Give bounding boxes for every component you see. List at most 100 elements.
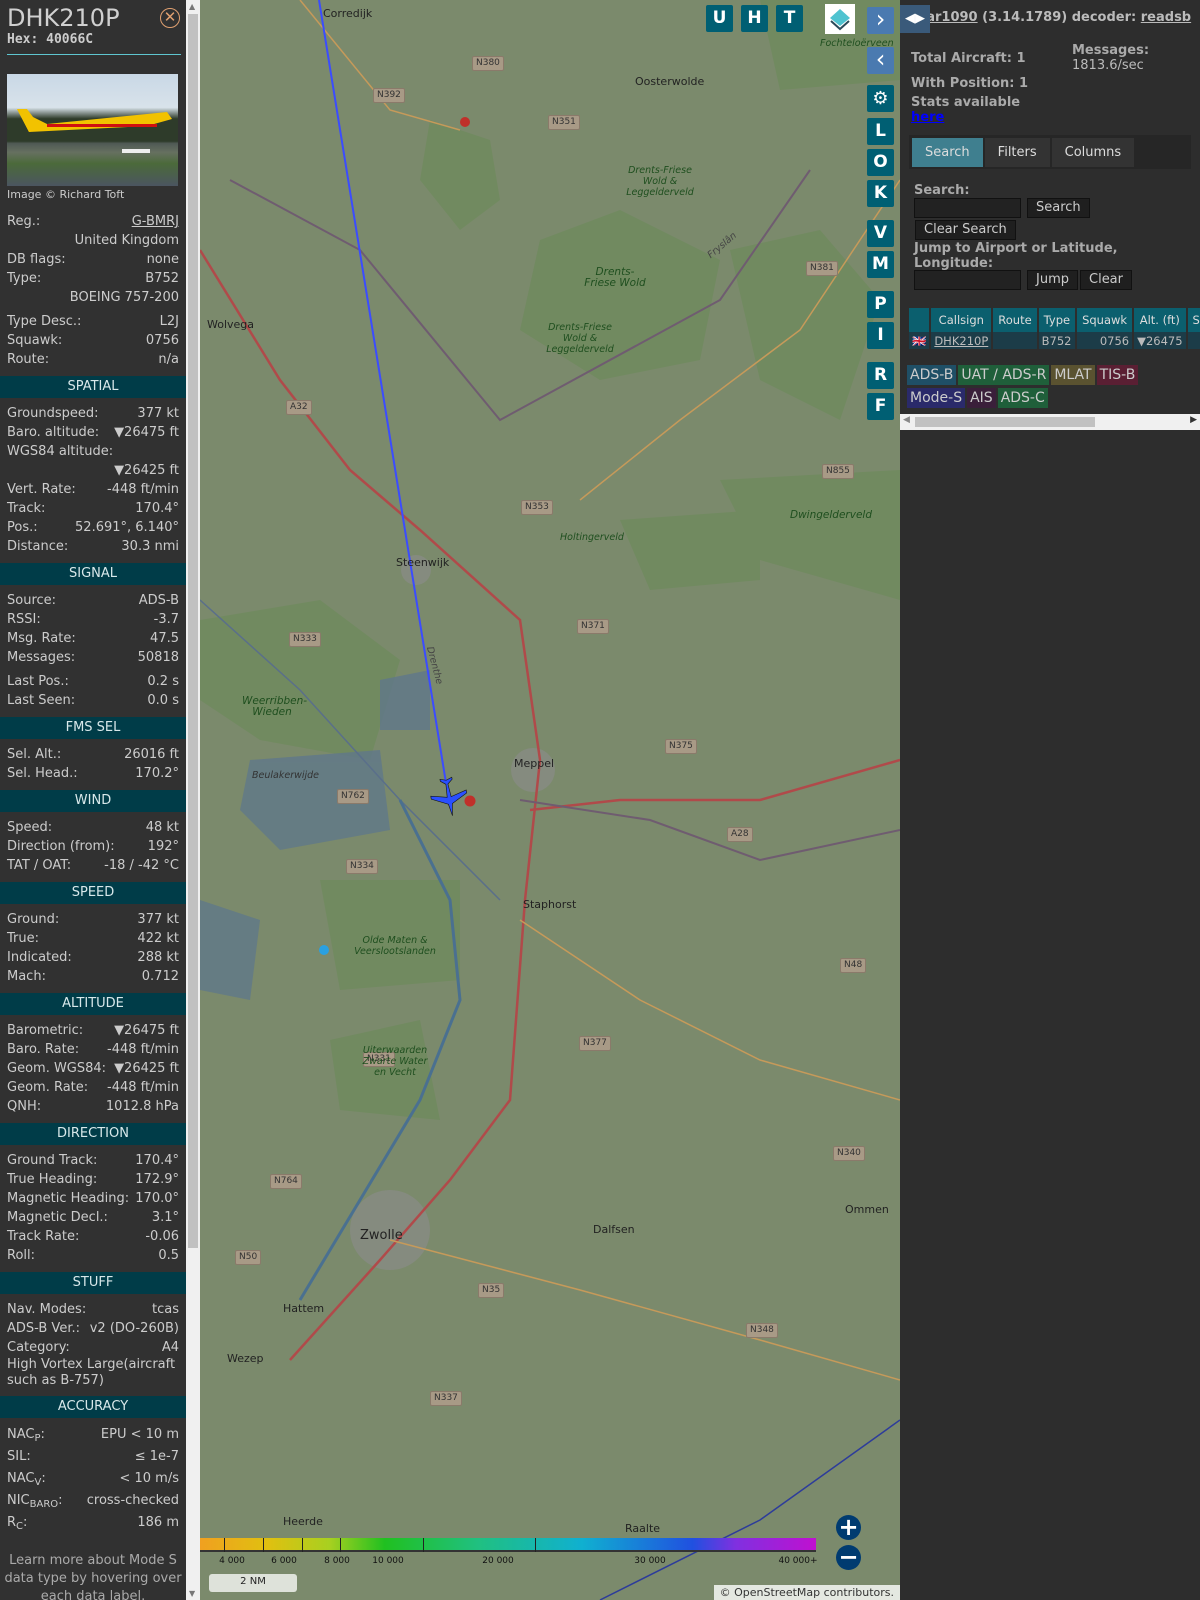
col-header[interactable]: Squawk — [1077, 308, 1133, 332]
row-label[interactable]: WGS84 altitude: — [7, 442, 113, 461]
toggle-sidebar-button[interactable]: ◀▶ — [900, 5, 930, 33]
callsign-cell[interactable]: DHK210P — [931, 332, 992, 349]
collapse-left-button[interactable]: ‹ — [867, 47, 894, 74]
row-label[interactable]: Magnetic Decl.: — [7, 1208, 108, 1227]
col-header[interactable]: Route — [993, 308, 1037, 332]
tab-search[interactable]: Search — [912, 138, 983, 167]
registration-link[interactable]: G-BMRJ — [132, 212, 179, 231]
left-panel-scrollbar[interactable]: ▲ ▼ — [186, 0, 200, 1600]
source-badge[interactable]: AIS — [967, 388, 996, 408]
source-badge[interactable]: Mode-S — [907, 388, 966, 408]
source-badge[interactable]: TIS-B — [1096, 365, 1139, 385]
search-button[interactable]: Search — [1027, 198, 1090, 218]
col-header[interactable]: Alt. (ft) — [1134, 308, 1186, 332]
zoom-out-button[interactable]: − — [836, 1545, 861, 1570]
row-label[interactable]: Msg. Rate: — [7, 629, 76, 648]
row-label[interactable]: Magnetic Heading: — [7, 1189, 129, 1208]
row-label[interactable]: QNH: — [7, 1097, 41, 1116]
col-header[interactable]: Sp — [1187, 308, 1200, 332]
row-label[interactable]: Geom. WGS84: — [7, 1059, 106, 1078]
aircraft-icon[interactable] — [428, 775, 470, 819]
button-t[interactable]: T — [776, 5, 803, 32]
button-o[interactable]: O — [867, 149, 894, 176]
row-label[interactable]: Direction (from): — [7, 837, 115, 856]
detail-row: Sel. Alt.: 26016 ft — [0, 745, 186, 764]
layers-button[interactable] — [825, 4, 855, 34]
row-label[interactable]: Vert. Rate: — [7, 480, 76, 499]
col-header[interactable]: Type — [1038, 308, 1076, 332]
row-label[interactable]: Speed: — [7, 818, 52, 837]
row-label[interactable]: Ground Track: — [7, 1151, 97, 1170]
button-f[interactable]: F — [867, 393, 894, 420]
site-marker[interactable] — [464, 795, 476, 807]
zoom-in-button[interactable]: + — [836, 1515, 861, 1540]
row-label[interactable]: Roll: — [7, 1246, 35, 1265]
close-icon[interactable]: ✕ — [160, 8, 180, 28]
row-label[interactable]: Messages: — [7, 648, 75, 667]
row-label[interactable]: RC: — [7, 1512, 27, 1534]
button-k[interactable]: K — [867, 180, 894, 207]
row-label[interactable]: Indicated: — [7, 948, 72, 967]
row-label[interactable]: Last Seen: — [7, 691, 75, 710]
source-badge[interactable]: ADS-C — [997, 388, 1048, 408]
row-label[interactable]: SIL: — [7, 1446, 31, 1468]
button-l[interactable]: L — [867, 118, 894, 145]
row-label[interactable]: Pos.: — [7, 518, 38, 537]
tab-filters[interactable]: Filters — [984, 138, 1050, 167]
button-u[interactable]: U — [706, 5, 733, 32]
row-label[interactable]: Baro. altitude: — [7, 423, 99, 442]
aircraft-photo[interactable] — [7, 74, 178, 186]
row-label[interactable]: Mach: — [7, 967, 46, 986]
row-label[interactable]: TAT / OAT: — [7, 856, 71, 875]
location-marker[interactable] — [319, 945, 329, 955]
source-badge[interactable]: MLAT — [1051, 365, 1095, 385]
row-label[interactable]: Ground: — [7, 910, 59, 929]
col-header[interactable] — [909, 308, 930, 332]
row-label[interactable]: NACP: — [7, 1424, 45, 1446]
row-label[interactable]: Category: — [7, 1338, 70, 1357]
row-label[interactable]: ADS-B Ver.: — [7, 1319, 80, 1338]
row-label[interactable]: RSSI: — [7, 610, 41, 629]
row-label[interactable]: Geom. Rate: — [7, 1078, 88, 1097]
map[interactable]: Corredijk Oosterwolde Wolvega Steenwijk … — [200, 0, 900, 1600]
col-header[interactable]: Callsign — [931, 308, 992, 332]
source-badge[interactable]: UAT / ADS-R — [958, 365, 1050, 385]
row-label[interactable]: Sel. Head.: — [7, 764, 78, 783]
settings-button[interactable]: ⚙ — [867, 85, 894, 112]
jump-button[interactable]: Jump — [1027, 270, 1078, 290]
row-label[interactable]: Sel. Alt.: — [7, 745, 61, 764]
row-label[interactable]: True Heading: — [7, 1170, 97, 1189]
row-label[interactable]: Barometric: — [7, 1021, 83, 1040]
search-input[interactable] — [914, 198, 1021, 218]
tab-columns[interactable]: Columns — [1051, 138, 1135, 167]
decoder-link[interactable]: readsb — [1141, 10, 1191, 25]
row-label[interactable]: Last Pos.: — [7, 672, 69, 691]
row-label[interactable]: Nav. Modes: — [7, 1300, 86, 1319]
map-attribution[interactable]: © OpenStreetMap contributors. — [713, 1585, 900, 1600]
clear-search-button[interactable]: Clear Search — [915, 220, 1016, 240]
row-label[interactable]: True: — [7, 929, 39, 948]
table-scrollbar[interactable]: ◀ ▶ — [900, 414, 1200, 430]
button-h[interactable]: H — [741, 5, 768, 32]
row-label[interactable]: NACV: — [7, 1468, 46, 1490]
row-label[interactable]: Baro. Rate: — [7, 1040, 79, 1059]
clear-button[interactable]: Clear — [1080, 270, 1132, 290]
jump-input[interactable] — [914, 270, 1021, 290]
row-label[interactable]: Groundspeed: — [7, 404, 98, 423]
row-label[interactable]: Track: — [7, 499, 45, 518]
button-m[interactable]: M — [867, 251, 894, 278]
receiver-marker[interactable] — [460, 117, 470, 127]
stats-link[interactable]: here — [911, 110, 944, 125]
button-p[interactable]: P — [867, 291, 894, 318]
row-label[interactable]: Track Rate: — [7, 1227, 79, 1246]
button-i[interactable]: I — [867, 322, 894, 349]
button-r[interactable]: R — [867, 362, 894, 389]
row-label[interactable]: Distance: — [7, 537, 68, 556]
source-legend: ADS-B UAT / ADS-R MLAT TIS-B Mode-S AIS ADS-C — [907, 365, 1197, 411]
table-row[interactable]: 🇬🇧 DHK210P B752 0756 ▼26475 — [909, 332, 1200, 349]
row-label[interactable]: Source: — [7, 591, 56, 610]
button-v[interactable]: V — [867, 220, 894, 247]
expand-right-button[interactable]: › — [867, 7, 894, 34]
source-badge[interactable]: ADS-B — [907, 365, 957, 385]
row-label[interactable]: NICBARO: — [7, 1490, 63, 1512]
